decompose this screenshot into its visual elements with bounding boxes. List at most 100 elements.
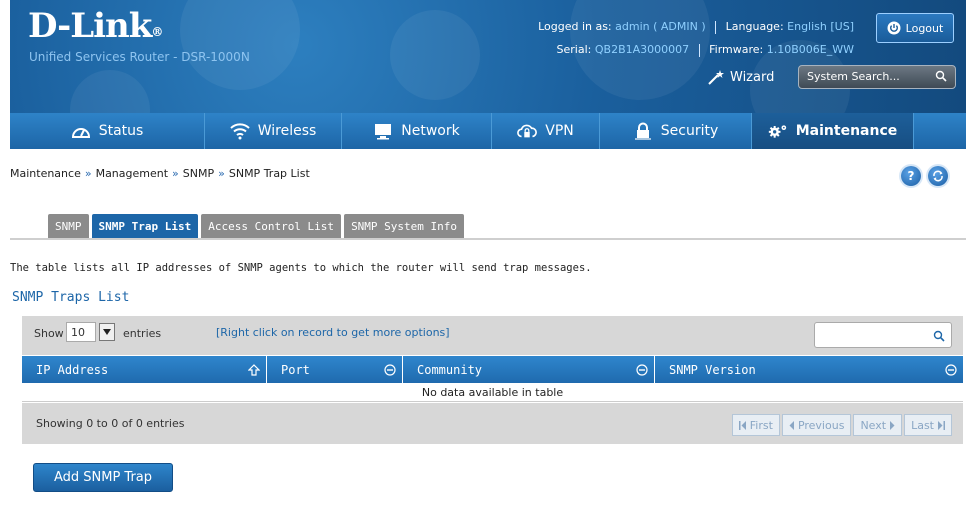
login-info: Logged in as: admin ( ADMIN ) Language: …	[538, 20, 854, 34]
sort-ascending-icon	[248, 363, 260, 376]
refresh-icon[interactable]	[928, 166, 948, 186]
entries-select[interactable]: 10	[66, 322, 96, 342]
column-ip-address[interactable]: IP Address	[22, 356, 267, 383]
wifi-icon	[230, 123, 250, 140]
firmware-label: Firmware:	[709, 43, 764, 56]
search-icon[interactable]	[935, 70, 947, 82]
serial-label: Serial:	[556, 43, 592, 56]
system-search-input[interactable]: System Search...	[798, 65, 956, 89]
nav-label: Wireless	[257, 123, 317, 139]
nav-label: Network	[401, 123, 460, 139]
tab-access-control-list[interactable]: Access Control List	[201, 214, 342, 239]
nav-label: Maintenance	[795, 123, 898, 139]
search-placeholder: System Search...	[807, 70, 900, 83]
breadcrumb-separator: »	[218, 167, 225, 180]
section-title: SNMP Traps List	[12, 290, 130, 305]
tab-snmp-trap-list[interactable]: SNMP Trap List	[91, 214, 199, 239]
table-toolbar: Show 10 entries [Right click on record t…	[22, 316, 963, 355]
divider	[698, 43, 700, 57]
search-icon	[933, 330, 945, 342]
sort-icon	[636, 363, 648, 376]
sort-icon	[384, 363, 396, 376]
entries-summary: Showing 0 to 0 of 0 entries	[36, 417, 185, 430]
pagination: First Previous Next Last	[731, 414, 952, 436]
column-port[interactable]: Port	[267, 356, 403, 383]
nav-item-status[interactable]: Status	[10, 113, 205, 149]
table-search-input[interactable]	[814, 322, 952, 348]
next-label: Next	[860, 418, 887, 432]
wizard-wand-icon	[708, 70, 724, 85]
column-label: SNMP Version	[669, 362, 756, 377]
tab-divider	[10, 238, 966, 240]
nav-label: Status	[98, 123, 144, 139]
previous-label: Previous	[797, 418, 845, 432]
nav-label: VPN	[545, 123, 574, 139]
last-page-button[interactable]: Last	[904, 414, 952, 436]
chevron-down-icon	[103, 329, 111, 335]
previous-page-button[interactable]: Previous	[781, 414, 852, 436]
monitor-icon	[375, 124, 392, 140]
language-selector[interactable]: English [US]	[787, 20, 854, 33]
breadcrumb: Maintenance» Management» SNMP» SNMP Trap Li…	[10, 167, 310, 180]
column-label: Community	[417, 362, 483, 377]
serial-value: QB2B1A3000007	[594, 43, 690, 56]
dlink-logo: D-Link®	[28, 6, 163, 46]
breadcrumb-separator: »	[172, 167, 179, 180]
breadcrumb-separator: »	[84, 167, 92, 180]
column-label: Port	[281, 362, 310, 377]
first-page-button[interactable]: First	[731, 414, 780, 436]
language-label: Language:	[725, 20, 784, 33]
nav-item-wireless[interactable]: Wireless	[205, 113, 342, 149]
gears-icon	[768, 125, 786, 138]
power-icon	[887, 21, 901, 35]
empty-table-message: No data available in table	[22, 384, 963, 402]
tab-bar: SNMP SNMP Trap List Access Control List …	[48, 214, 465, 239]
column-community[interactable]: Community	[403, 356, 655, 383]
table-header: IP Address Port Community SNMP Version	[22, 356, 963, 383]
sort-icon	[945, 363, 957, 376]
first-page-icon	[738, 420, 746, 430]
breadcrumb-item[interactable]: Management	[96, 167, 168, 180]
table-footer: Showing 0 to 0 of 0 entries First Previo…	[22, 403, 963, 444]
last-label: Last	[911, 418, 934, 432]
tab-snmp-system-info[interactable]: SNMP System Info	[344, 214, 465, 239]
main-nav: Status Wireless Network VPN Security Mai…	[10, 113, 966, 149]
column-label: IP Address	[36, 362, 109, 377]
wizard-link[interactable]: Wizard	[706, 68, 774, 86]
divider	[715, 20, 717, 34]
help-icon[interactable]: ?	[901, 166, 921, 186]
refresh-arrows-icon	[933, 170, 943, 182]
entries-dropdown-button[interactable]	[99, 323, 115, 341]
tab-snmp[interactable]: SNMP	[48, 214, 89, 239]
lock-icon	[634, 122, 651, 140]
add-snmp-trap-button[interactable]: Add SNMP Trap	[33, 463, 173, 492]
nav-filler	[914, 113, 966, 149]
chevron-right-icon	[890, 420, 895, 430]
first-label: First	[749, 418, 773, 432]
chevron-left-icon	[789, 420, 794, 430]
logged-in-user: admin ( ADMIN )	[615, 20, 706, 33]
logout-button[interactable]: Logout	[876, 13, 954, 43]
device-info: Serial: QB2B1A3000007 Firmware: 1.10B006…	[557, 43, 854, 57]
right-click-hint: [Right click on record to get more optio…	[216, 326, 450, 339]
nav-item-network[interactable]: Network	[342, 113, 492, 149]
page-description: The table lists all IP addresses of SNMP…	[10, 262, 592, 274]
cloud-lock-icon	[517, 124, 538, 138]
logout-label: Logout	[905, 21, 944, 35]
nav-item-security[interactable]: Security	[600, 113, 752, 149]
show-label: Show	[34, 327, 64, 340]
nav-label: Security	[660, 123, 719, 139]
help-actions: ?	[901, 166, 948, 186]
nav-item-maintenance[interactable]: Maintenance	[752, 113, 914, 149]
column-snmp-version[interactable]: SNMP Version	[655, 356, 963, 383]
nav-item-vpn[interactable]: VPN	[492, 113, 600, 149]
next-page-button[interactable]: Next	[853, 414, 903, 436]
page-header: D-Link® Unified Services Router - DSR-10…	[10, 0, 966, 113]
entries-label: entries	[123, 327, 162, 340]
breadcrumb-item[interactable]: Maintenance	[10, 167, 81, 180]
product-subtitle: Unified Services Router - DSR-1000N	[29, 50, 250, 64]
breadcrumb-item: SNMP Trap List	[228, 167, 310, 180]
last-page-icon	[938, 420, 945, 430]
breadcrumb-item[interactable]: SNMP	[183, 167, 214, 180]
logged-in-label: Logged in as:	[538, 20, 612, 33]
